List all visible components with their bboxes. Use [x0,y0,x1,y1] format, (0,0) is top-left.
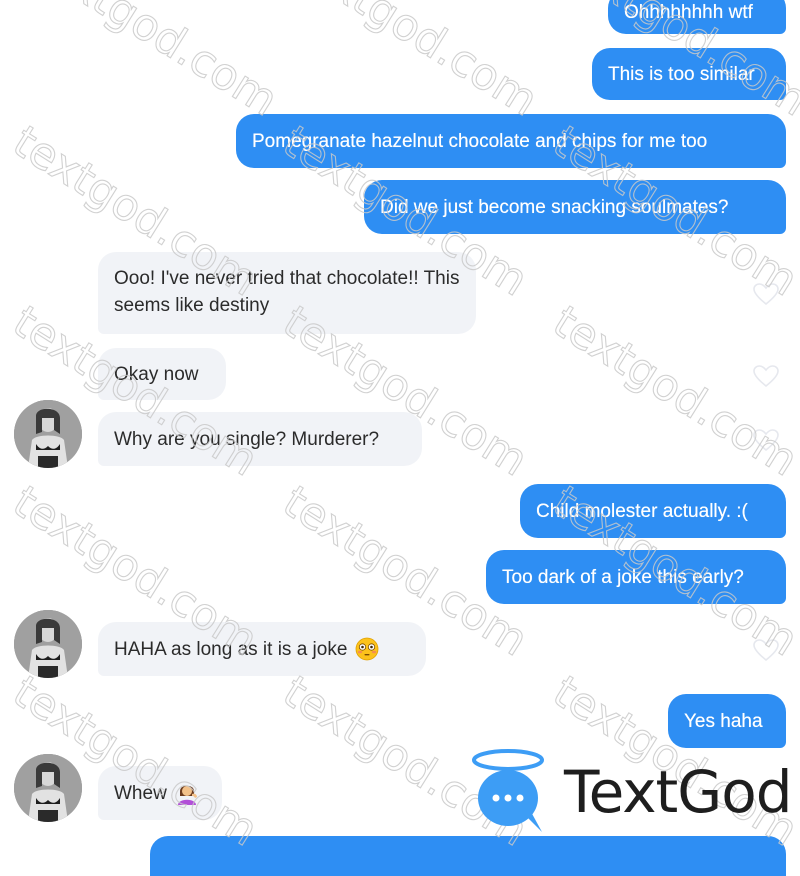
match-avatar[interactable] [14,610,82,678]
message-text: Did we just become snacking soulmates? [380,196,729,218]
chat-thread: Ohhhhhhhh wtf This is too similar Pomegr… [0,0,800,876]
avatar-photo [14,400,82,468]
message-text: Whew [114,782,167,804]
message-text: Pomegranate hazelnut chocolate and chips… [252,130,708,152]
sent-message[interactable]: This is too similar [592,48,786,100]
message-text: Why are you single? Murderer? [114,428,380,450]
sent-message[interactable]: Pomegranate hazelnut chocolate and chips… [236,114,786,168]
message-text: Yes haha [684,710,763,732]
like-heart-icon[interactable] [752,364,780,388]
message-text: HAHA as long as it is a joke [114,638,348,660]
message-text: Okay now [114,363,199,385]
message-text: Child molester actually. :( [536,500,748,522]
received-message[interactable]: HAHA as long as it is a joke [98,622,426,676]
flushed-face-emoji [355,637,379,661]
received-message[interactable]: Why are you single? Murderer? [98,412,422,466]
like-heart-icon[interactable] [752,638,780,662]
sent-message[interactable]: Child molester actually. :( [520,484,786,538]
like-heart-icon[interactable] [752,282,780,306]
brand-name: TextGod [564,758,793,826]
message-text: This is too similar [608,63,755,85]
received-message[interactable]: Whew [98,766,222,820]
halo-chat-bubble-icon [472,749,544,832]
match-avatar[interactable] [14,754,82,822]
message-text: Ohhhhhhhh wtf [624,1,753,23]
like-heart-icon[interactable] [752,428,780,452]
avatar-photo [14,610,82,678]
sent-message[interactable]: Ohhhhhhhh wtf [608,0,786,34]
sent-message-partial[interactable] [150,836,786,876]
person-tipping-hand-emoji [177,785,197,805]
received-message[interactable]: Ooo! I've never tried that chocolate!! T… [98,252,476,334]
avatar-photo [14,754,82,822]
message-text: Too dark of a joke this early? [502,566,744,588]
sent-message[interactable]: Did we just become snacking soulmates? [364,180,786,234]
sent-message[interactable]: Too dark of a joke this early? [486,550,786,604]
textgod-logo: TextGod [468,746,793,836]
received-message[interactable]: Okay now [98,348,226,400]
sent-message[interactable]: Yes haha [668,694,786,748]
match-avatar[interactable] [14,400,82,468]
message-text: Ooo! I've never tried that chocolate!! T… [114,268,460,316]
